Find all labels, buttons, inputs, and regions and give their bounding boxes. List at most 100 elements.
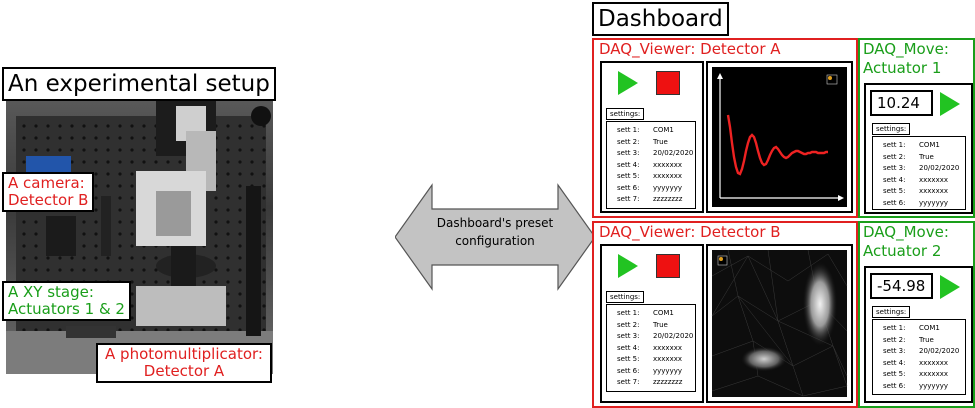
viewer-a-setting-row: sett 1: COM1 [607,125,695,137]
move-2-setting-key: sett 3: [883,347,906,355]
move-2-title: DAQ_Move: Actuator 2 [863,223,949,261]
viewer-a-setting-key: sett 7: [617,195,640,203]
move-2-setting-value[interactable]: COM1 [919,323,965,335]
move-1-setting-row: sett 2: True [873,152,965,164]
move-1-move-button[interactable] [940,92,960,116]
viewer-a-setting-value[interactable]: COM1 [653,125,695,137]
move-2-setting-row: sett 6: yyyyyyy [873,381,965,393]
viewer-b-setting-key: sett 2: [617,320,640,329]
viewer-b-controls: settings: sett 1: COM1 sett 2: True sett 3: 2… [600,244,704,403]
move-2-setting-key: sett 5: [883,370,906,378]
viewer-b-image-svg [711,249,848,397]
move-1-setting-row: sett 4: xxxxxxx [873,175,965,187]
move-2-move-button[interactable] [940,275,960,299]
move-1-setting-row: sett 1: COM1 [873,140,965,152]
viewer-a-title: DAQ_Viewer: Detector A [599,40,781,58]
viewer-b-settings-label: settings: [606,291,645,303]
viewer-a-setting-key: sett 3: [617,149,640,157]
viewer-b-setting-value[interactable]: 20/02/2020 [653,331,695,343]
viewer-b-play-button[interactable] [618,254,638,278]
move-2-setting-row: sett 5: xxxxxxx [873,369,965,381]
camera-label-line-2: Detector B [8,190,89,209]
viewer-b-setting-row: sett 4: xxxxxxx [607,343,695,355]
move-2-setting-row: sett 1: COM1 [873,323,965,335]
move-1-setting-value[interactable]: xxxxxxx [919,175,965,187]
viewer-a-settings-table: sett 1: COM1 sett 2: True sett 3: 20/02/2020 s… [606,121,696,209]
move-2-setting-key: sett 1: [883,324,906,332]
setup-photo [6,96,273,374]
move-2-title-line-2: Actuator 2 [863,242,942,260]
viewer-a-setting-key: sett 5: [617,172,640,180]
viewer-a-play-button[interactable] [618,71,638,95]
viewer-a-setting-value[interactable]: zzzzzzzz [653,194,695,206]
setup-photo-drawing [6,96,273,374]
viewer-a-settings-label: settings: [606,108,645,120]
viewer-b-setting-key: sett 7: [617,378,640,386]
viewer-a-setting-key: sett 2: [617,137,640,146]
move-1-setting-value[interactable]: COM1 [919,140,965,152]
move-1-setting-value[interactable]: 20/02/2020 [919,163,965,175]
move-2-setting-value[interactable]: True [919,335,965,347]
arrow-label-line-1: Dashboard's preset [436,216,554,230]
move-2-setting-value[interactable]: yyyyyyy [919,381,965,393]
move-2-controls: -54.98 settings: sett 1: COM1 sett 2: True s… [864,266,973,403]
viewer-b-setting-value[interactable]: True [653,320,695,332]
viewer-a-setting-key: sett 6: [617,183,640,192]
viewer-b-setting-value[interactable]: xxxxxxx [653,343,695,355]
viewer-a-setting-row: sett 4: xxxxxxx [607,160,695,172]
move-1-setting-value[interactable]: xxxxxxx [919,186,965,198]
viewer-a-setting-value[interactable]: yyyyyyy [653,183,695,195]
viewer-a-setting-row: sett 2: True [607,137,695,149]
viewer-a-setting-value[interactable]: xxxxxxx [653,171,695,183]
viewer-a-stop-button[interactable] [656,71,680,95]
viewer-a-panel: DAQ_Viewer: Detector A settings: sett 1:… [592,38,858,218]
viewer-b-setting-value[interactable]: COM1 [653,308,695,320]
move-2-setting-value[interactable]: 20/02/2020 [919,346,965,358]
viewer-a-plot-tool-icon[interactable] [826,74,838,85]
viewer-b-setting-value[interactable]: xxxxxxx [653,354,695,366]
viewer-a-setting-value[interactable]: xxxxxxx [653,160,695,172]
stage-label-line-2: Actuators 1 & 2 [8,299,125,318]
viewer-b-dim-spot [740,346,788,372]
move-2-value-field[interactable]: -54.98 [870,273,933,299]
move-1-setting-key: sett 3: [883,164,906,172]
viewer-a-setting-row: sett 7: zzzzzzzz [607,194,695,206]
move-1-setting-value[interactable]: True [919,152,965,164]
move-2-setting-key: sett 6: [883,381,906,390]
viewer-b-stop-button[interactable] [656,254,680,278]
viewer-b-setting-row: sett 5: xxxxxxx [607,354,695,366]
viewer-b-setting-key: sett 4: [617,343,640,352]
viewer-a-controls: settings: sett 1: COM1 sett 2: True sett 3: 2… [600,61,704,213]
viewer-a-setting-value[interactable]: 20/02/2020 [653,148,695,160]
camera-label-line-1: A camera: [8,174,85,192]
move-2-setting-key: sett 2: [883,335,906,344]
move-1-setting-value[interactable]: yyyyyyy [919,198,965,210]
viewer-b-setting-key: sett 3: [617,332,640,340]
viewer-b-setting-row: sett 7: zzzzzzzz [607,377,695,389]
move-2-panel: DAQ_Move: Actuator 2 -54.98 settings: se… [858,221,975,408]
viewer-b-setting-value[interactable]: zzzzzzzz [653,377,695,389]
viewer-a-setting-key: sett 4: [617,160,640,169]
viewer-b-setting-key: sett 1: [617,309,640,317]
move-2-setting-value[interactable]: xxxxxxx [919,369,965,381]
move-2-setting-value[interactable]: xxxxxxx [919,358,965,370]
arrow-label: Dashboard's preset configuration [420,214,570,250]
move-1-settings-label: settings: [872,123,911,135]
move-1-setting-key: sett 1: [883,141,906,149]
move-1-title-line-1: DAQ_Move: [863,40,949,58]
move-1-value-field[interactable]: 10.24 [870,90,933,116]
move-2-settings-table: sett 1: COM1 sett 2: True sett 3: 20/02/2020 s… [872,319,966,395]
viewer-b-settings-table: sett 1: COM1 sett 2: True sett 3: 20/02/2020 s… [606,304,696,392]
viewer-b-setting-row: sett 2: True [607,320,695,332]
viewer-b-image-tool-icon[interactable] [717,255,728,266]
move-2-setting-row: sett 3: 20/02/2020 [873,346,965,358]
dashboard-title: Dashboard [592,2,729,36]
move-2-setting-key: sett 4: [883,358,906,367]
viewer-b-setting-row: sett 1: COM1 [607,308,695,320]
move-1-setting-row: sett 5: xxxxxxx [873,186,965,198]
viewer-a-setting-value[interactable]: True [653,137,695,149]
move-2-settings-label: settings: [872,306,911,318]
viewer-b-setting-value[interactable]: yyyyyyy [653,366,695,378]
move-1-setting-key: sett 6: [883,198,906,207]
move-1-setting-key: sett 4: [883,175,906,184]
